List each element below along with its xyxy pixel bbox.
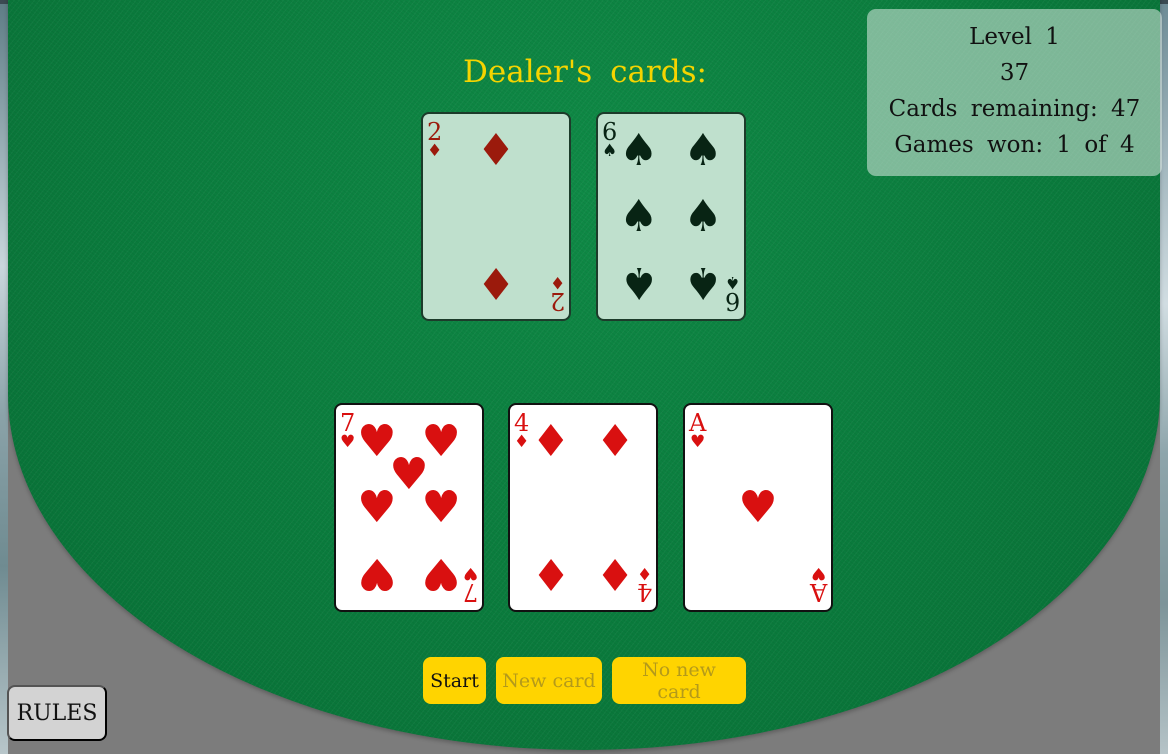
diamond-suit-icon: ♦ [549, 272, 565, 292]
card-rank: A [809, 578, 827, 606]
card-corner-index: A ♥ [809, 563, 827, 606]
diamond-pip-icon: ♦ [476, 257, 516, 309]
card-corner-index: 7 ♥ [462, 563, 478, 606]
spade-pip-icon: ♠ [683, 190, 723, 242]
rules-button[interactable]: RULES [7, 685, 107, 741]
card-corner-index: A ♥ [689, 411, 706, 451]
card-rank: 2 [549, 287, 565, 315]
diamond-pip-icon: ♦ [595, 548, 635, 600]
card-2-of-diamonds: 2 ♦ 2 ♦ ♦ ♦ [421, 112, 571, 321]
no-new-card-button[interactable]: No new card [612, 657, 746, 704]
card-corner-index: 6 ♠ [602, 120, 617, 160]
diamond-suit-icon: ♦ [636, 563, 652, 583]
card-7-of-hearts: 7 ♥ 7 ♥ ♥ ♥ ♥ ♥ ♥ ♥ ♥ [334, 403, 484, 612]
card-4-of-diamonds: 4 ♦ 4 ♦ ♦ ♦ ♦ ♦ [508, 403, 658, 612]
heart-pip-icon: ♥ [738, 481, 778, 533]
score-text: 37 [999, 60, 1030, 86]
start-button[interactable]: Start [423, 657, 486, 704]
heart-pip-icon: ♥ [421, 548, 461, 600]
diamond-suit-icon: ♦ [427, 141, 443, 161]
card-corner-index: 2 ♦ [427, 120, 442, 160]
diamond-pip-icon: ♦ [531, 415, 571, 467]
heart-pip-icon: ♥ [357, 481, 397, 533]
card-a-of-hearts: A ♥ A ♥ ♥ [683, 403, 833, 612]
heart-suit-icon: ♥ [810, 563, 826, 583]
card-corner-index: 4 ♦ [636, 563, 652, 606]
card-corner-index: 6 ♠ [724, 272, 740, 315]
diamond-suit-icon: ♦ [514, 432, 530, 452]
info-panel: Level 1 37 Cards remaining: 47 Games won… [867, 9, 1162, 176]
heart-suit-icon: ♥ [462, 563, 478, 583]
spade-pip-icon: ♠ [683, 257, 723, 309]
card-corner-index: 7 ♥ [340, 411, 355, 451]
spade-pip-icon: ♠ [619, 257, 659, 309]
card-6-of-spades: 6 ♠ 6 ♠ ♠ ♠ ♠ ♠ ♠ ♠ [596, 112, 746, 321]
heart-pip-icon: ♥ [357, 548, 397, 600]
spade-pip-icon: ♠ [683, 124, 723, 176]
cards-remaining-text: Cards remaining: 47 [888, 96, 1141, 122]
dealer-cards-title: Dealer's cards: [463, 54, 707, 90]
new-card-button[interactable]: New card [496, 657, 602, 704]
diamond-pip-icon: ♦ [595, 415, 635, 467]
heart-pip-icon: ♥ [421, 481, 461, 533]
card-rank: 4 [636, 578, 652, 606]
spade-suit-icon: ♠ [602, 141, 618, 161]
heart-suit-icon: ♥ [690, 432, 706, 452]
card-rank: 7 [462, 578, 478, 606]
spade-pip-icon: ♠ [619, 124, 659, 176]
heart-suit-icon: ♥ [340, 432, 356, 452]
background-left-edge [0, 4, 8, 754]
card-rank: 6 [724, 287, 740, 315]
spade-suit-icon: ♠ [724, 272, 740, 292]
card-corner-index: 4 ♦ [514, 411, 529, 451]
diamond-pip-icon: ♦ [531, 548, 571, 600]
diamond-pip-icon: ♦ [476, 124, 516, 176]
spade-pip-icon: ♠ [619, 190, 659, 242]
level-text: Level 1 [969, 24, 1060, 50]
card-corner-index: 2 ♦ [549, 272, 565, 315]
games-won-text: Games won: 1 of 4 [894, 132, 1135, 158]
